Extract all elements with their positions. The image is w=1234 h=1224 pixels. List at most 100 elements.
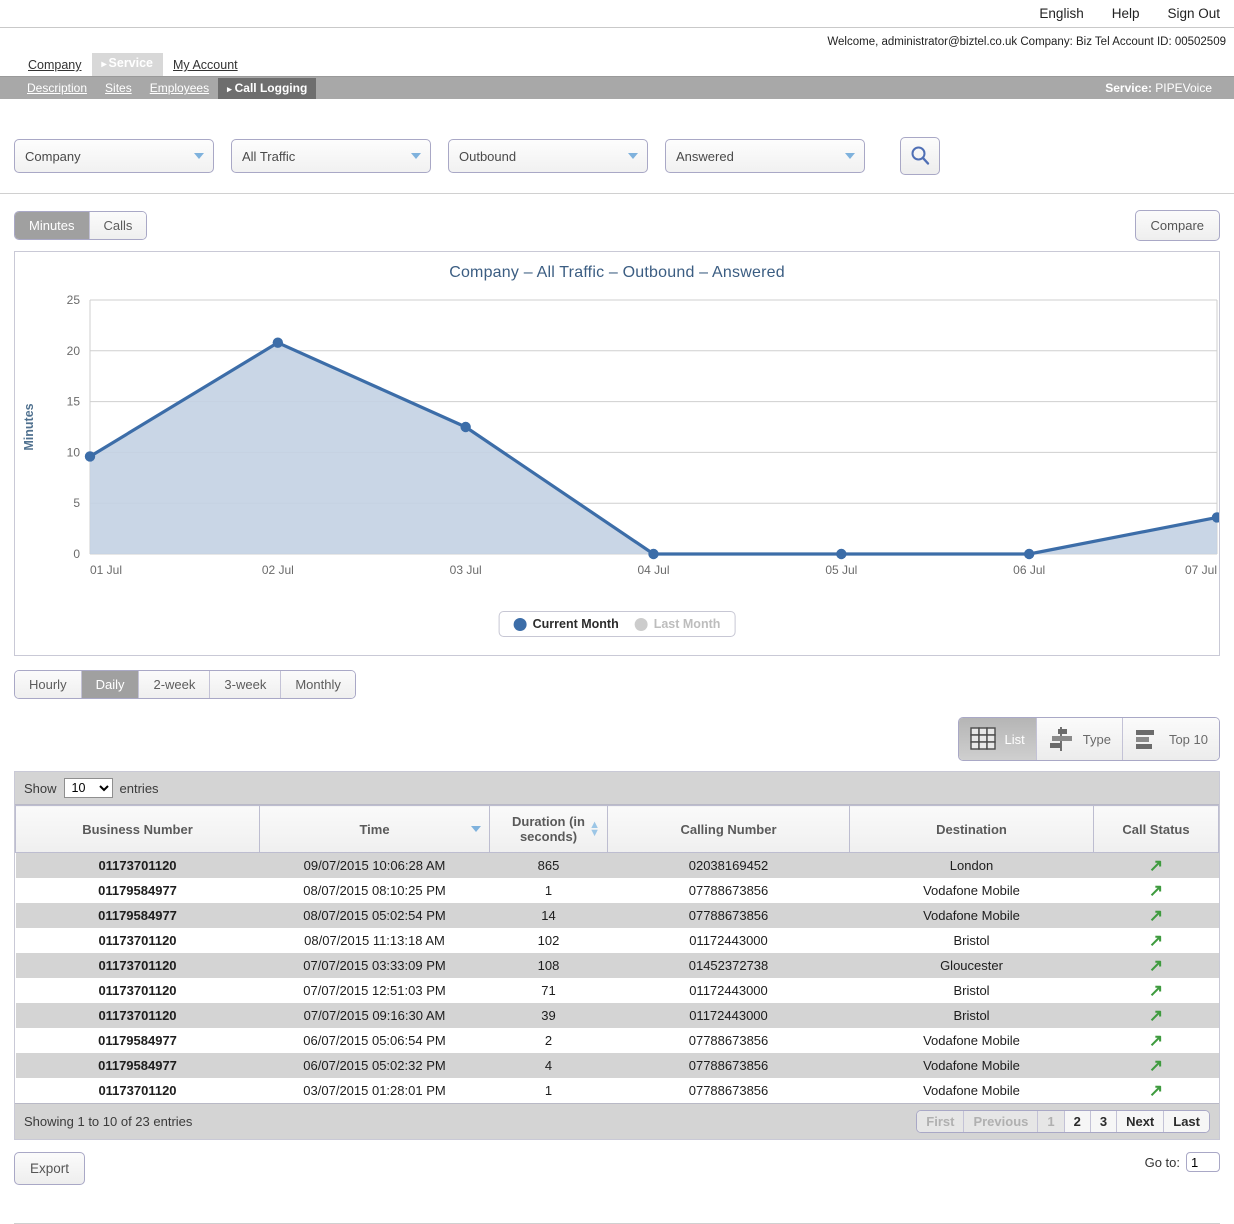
x-axis-tick-label: 04 Jul [637,563,669,577]
table-row[interactable]: 01179584977 08/07/2015 08:10:25 PM 1 077886… [15,878,1219,903]
export-button[interactable]: Export [14,1152,86,1185]
column-header-calling-number[interactable]: Calling Number [607,805,850,853]
pagination-last[interactable]: Last [1164,1111,1209,1132]
chart-data-point[interactable] [84,451,96,462]
subnav-item-sites[interactable]: Sites [96,78,141,98]
table-header-row: Business Number Time Duration (in second… [15,805,1219,853]
pagination-next[interactable]: Next [1117,1111,1165,1132]
legend-item-last-month[interactable]: Last Month [634,617,721,631]
direction-select-value: Outbound [459,148,517,164]
cell-destination: Vodafone Mobile [923,883,1020,898]
view-button-top10[interactable]: Top 10 [1122,718,1219,760]
subnav-item-call-logging[interactable]: Call Logging [218,77,317,99]
chart-data-point[interactable] [272,337,284,348]
period-tab-2-week[interactable]: 2-week [139,671,211,698]
cell-call-status: ↗ [1094,1053,1219,1078]
view-button-type[interactable]: Type [1036,718,1123,760]
show-label: Show [24,780,57,796]
cell-time: 07/07/2015 03:33:09 PM [303,958,446,973]
welcome-text: Welcome, administrator@biztel.co.uk Comp… [827,35,1226,48]
table-row[interactable]: 01173701120 07/07/2015 12:51:03 PM 71 01172… [15,978,1219,1003]
status-select[interactable]: Answered [665,139,865,173]
cell-call-status: ↗ [1094,878,1219,903]
column-header-destination[interactable]: Destination [849,805,1094,853]
cell-time: 06/07/2015 05:06:54 PM [303,1033,446,1048]
sign-out-link[interactable]: Sign Out [1167,6,1220,21]
cell-duration: 865 [537,858,560,873]
cell-destination: Vodafone Mobile [923,1083,1020,1098]
filter-bar: Company All Traffic Outbound Answered [0,137,1234,194]
period-tabs-group: Hourly Daily 2-week 3-week Monthly [14,670,356,699]
chart-data-point[interactable] [648,548,659,560]
pagination-first: First [917,1111,965,1132]
welcome-bar: Welcome, administrator@biztel.co.uk Comp… [0,28,1234,55]
column-header-business-number[interactable]: Business Number [15,805,260,853]
sort-both-icon: ▲ ▼ [589,819,600,839]
cell-call-status: ↗ [1094,953,1219,978]
view-button-list[interactable]: List [958,718,1037,760]
x-axis-tick-label: 02 Jul [262,563,294,577]
table-row[interactable]: 01179584977 06/07/2015 05:02:32 PM 4 077886… [15,1053,1219,1078]
table-body: 01173701120 09/07/2015 10:06:28 AM 865 0203… [15,852,1219,1103]
table-row[interactable]: 01173701120 09/07/2015 10:06:28 AM 865 0203… [15,852,1219,878]
period-tab-daily[interactable]: Daily [81,671,140,698]
y-axis-tick-label: 0 [73,547,80,561]
showing-entries-text: Showing 1 to 10 of 23 entries [24,1114,193,1129]
column-header-time[interactable]: Time [259,805,490,853]
period-tabs-row: Hourly Daily 2-week 3-week Monthly [0,656,1234,699]
table-row[interactable]: 01173701120 03/07/2015 01:28:01 PM 1 077886… [15,1078,1219,1103]
chart-data-point[interactable] [836,548,847,560]
period-tab-3-week[interactable]: 3-week [210,671,282,698]
cell-call-status: ↗ [1094,1028,1219,1053]
outbound-arrow-icon: ↗ [1148,906,1164,925]
legend-item-current-month[interactable]: Current Month [513,617,619,631]
chart-legend: Current Month Last Month [498,611,736,637]
compare-button[interactable]: Compare [1134,210,1220,241]
table-row[interactable]: 01179584977 08/07/2015 05:02:54 PM 14 07788… [15,903,1219,928]
cell-calling-number: 01172443000 [689,983,768,998]
metric-tab-minutes[interactable]: Minutes [15,212,90,239]
pagination-3[interactable]: 3 [1090,1111,1118,1132]
help-link[interactable]: Help [1112,6,1140,21]
goto-page-input[interactable] [1186,1152,1220,1172]
outbound-arrow-icon: ↗ [1148,981,1164,1000]
table-row[interactable]: 01173701120 07/07/2015 03:33:09 PM 108 0145… [15,953,1219,978]
column-label: Call Status [1122,821,1190,837]
table-row[interactable]: 01179584977 06/07/2015 05:06:54 PM 2 077886… [15,1028,1219,1053]
cell-call-status: ↗ [1094,903,1219,928]
chevron-down-icon [628,153,638,159]
column-header-duration[interactable]: Duration (in seconds) ▲ ▼ [489,805,608,853]
search-button[interactable] [900,137,940,175]
traffic-select[interactable]: All Traffic [231,139,431,173]
service-indicator-label: Service: [1105,81,1152,95]
language-link[interactable]: English [1039,6,1083,21]
column-header-call-status[interactable]: Call Status [1093,805,1219,853]
nav-tab-company[interactable]: Company [18,55,92,76]
chart-data-point[interactable] [460,421,471,433]
period-tab-hourly[interactable]: Hourly [15,671,82,698]
scope-select[interactable]: Company [14,139,214,173]
direction-select[interactable]: Outbound [448,139,648,173]
table-row[interactable]: 01173701120 07/07/2015 09:16:30 AM 39 01172… [15,1003,1219,1028]
cell-destination: Vodafone Mobile [923,1033,1020,1048]
cell-business-number: 01179584977 [98,908,177,923]
metric-tab-calls[interactable]: Calls [89,212,147,239]
cell-business-number: 01173701120 [98,1008,177,1023]
x-axis-tick-label: 07 Jul [1185,563,1217,577]
period-tab-monthly[interactable]: Monthly [281,671,355,698]
pagination-2[interactable]: 2 [1064,1111,1091,1132]
nav-tab-service[interactable]: Service [91,53,164,76]
nav-tab-my-account[interactable]: My Account [163,55,248,76]
show-entries-select[interactable]: 102550100 [63,778,113,798]
cell-calling-number: 07788673856 [688,1033,769,1048]
chart-data-point[interactable] [1023,548,1035,560]
subnav-item-employees[interactable]: Employees [141,78,218,98]
subnav-item-description[interactable]: Description [18,78,96,98]
cell-time: 08/07/2015 11:13:18 AM [304,933,445,948]
legend-swatch-icon [513,617,527,631]
cell-duration: 39 [541,1008,556,1023]
legend-label-last-month: Last Month [653,617,721,631]
outbound-arrow-icon: ↗ [1148,931,1164,950]
table-row[interactable]: 01173701120 08/07/2015 11:13:18 AM 102 0117… [15,928,1219,953]
main-nav: Company Service My Account [0,53,1234,77]
